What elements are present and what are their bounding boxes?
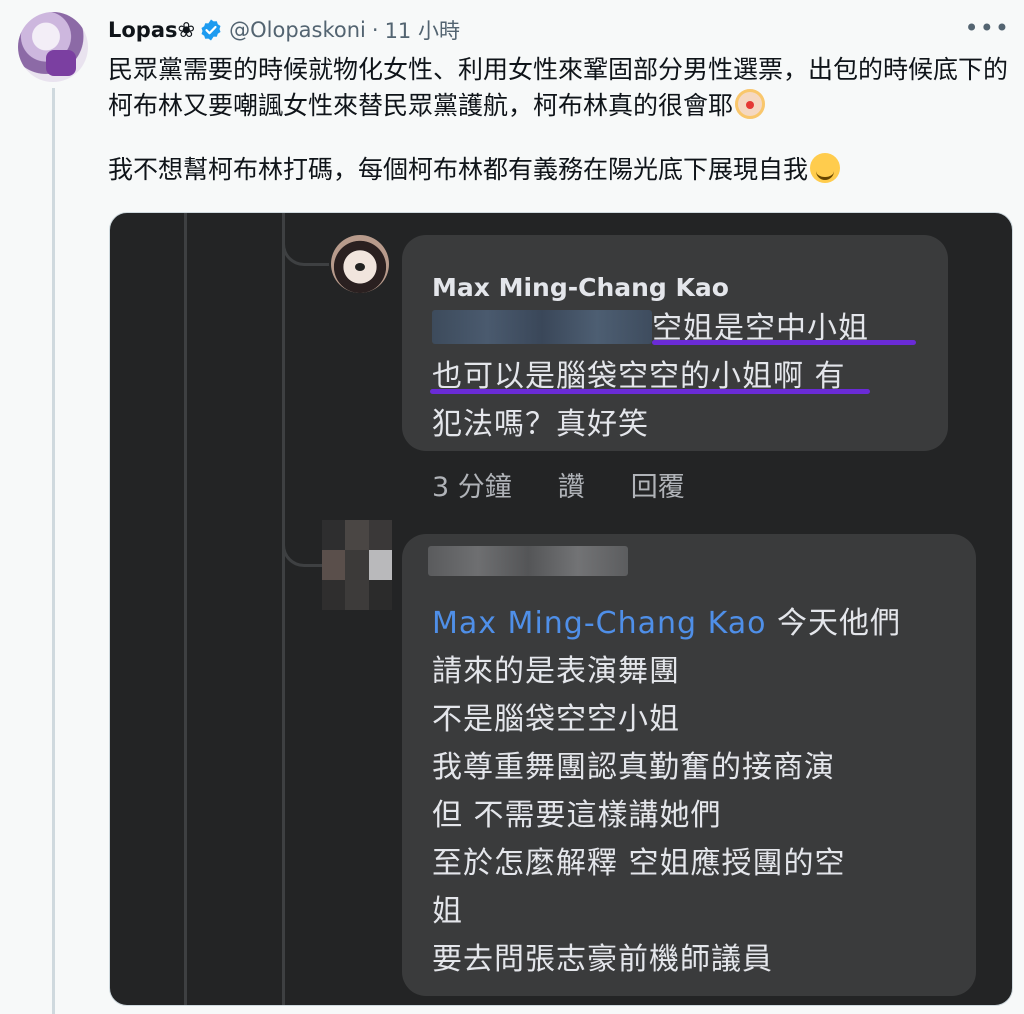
comment-2-line-1: Max Ming-Chang Kao 今天他們 [432,598,901,642]
tweet-text: 民眾黨需要的時候就物化女性、利用女性來鞏固部分男性選票，出包的時候底下的柯布林又… [108,52,1013,188]
comment-2-line-3: 不是腦袋空空小姐 [432,702,680,737]
thread-line-inner [282,213,285,1005]
redacted-commenter-name [428,546,628,576]
reply-curve-1 [282,219,329,266]
author-avatar[interactable] [18,12,88,82]
smiling-face-icon [810,153,841,183]
comment-bubble-2: Max Ming-Chang Kao 今天他們 請來的是表演舞團 不是腦袋空空小… [402,534,976,996]
redacted-avatar [322,520,392,610]
clown-face-icon [735,89,766,119]
comment-1-actions: 3 分鐘 讚 回覆 [432,465,685,504]
thread-connector-line [52,88,55,1014]
tweet-paragraph-2-text: 我不想幫柯布林打碼，每個柯布林都有義務在陽光底下展現自我 [108,155,809,184]
mention-link[interactable]: Max Ming-Chang Kao [432,606,766,641]
comment-1-line-3: 犯法嗎？真好笑 [432,407,649,442]
comment-2-line-5: 但 不需要這樣講她們 [432,798,722,833]
highlight-underline-2 [430,389,870,394]
comment-1-time: 3 分鐘 [432,472,512,503]
attached-screenshot[interactable]: Max Ming-Chang Kao 空姐是空中小姐 也可以是腦袋空空的小姐啊 … [109,212,1013,1006]
tweet-paragraph-2: 我不想幫柯布林打碼，每個柯布林都有義務在陽光底下展現自我 [108,152,1013,188]
comment-2-line-6: 至於怎麼解釋 空姐應授團的空 [432,846,846,881]
comment-1-author: Max Ming-Chang Kao [432,273,729,302]
display-name[interactable]: Lopas❀ [108,18,195,42]
verified-badge-icon [201,19,221,41]
redacted-name [432,310,652,344]
like-button[interactable]: 讚 [558,465,585,504]
comment-2-line-2: 請來的是表演舞團 [432,654,680,689]
reply-button[interactable]: 回覆 [631,465,685,504]
comment-bubble-1: Max Ming-Chang Kao 空姐是空中小姐 也可以是腦袋空空的小姐啊 … [402,235,948,451]
more-options-icon[interactable]: ••• [965,14,1010,42]
comment-2-line-4: 我尊重舞團認真勤奮的接商演 [432,750,835,785]
separator-dot: · [371,18,379,42]
thread-line-outer [184,213,187,1005]
avatar-mask [46,50,76,76]
comment-2-line-8: 要去問張志豪前機師議員 [432,942,773,977]
user-handle[interactable]: @Olopaskoni [229,18,366,42]
comment-2-line-1-text: 今天他們 [777,606,902,641]
tweet-paragraph-1: 民眾黨需要的時候就物化女性、利用女性來鞏固部分男性選票，出包的時候底下的柯布林又… [108,52,1013,124]
comment-2-line-7: 姐 [432,894,463,929]
commenter-avatar [331,235,389,293]
tweet-header: Lopas❀ @Olopaskoni · 11 小時 [108,14,460,46]
highlight-underline-1 [652,340,916,345]
tweet-paragraph-1-text: 民眾黨需要的時候就物化女性、利用女性來鞏固部分男性選票，出包的時候底下的柯布林又… [108,55,1009,120]
tweet-timestamp[interactable]: 11 小時 [385,15,460,45]
